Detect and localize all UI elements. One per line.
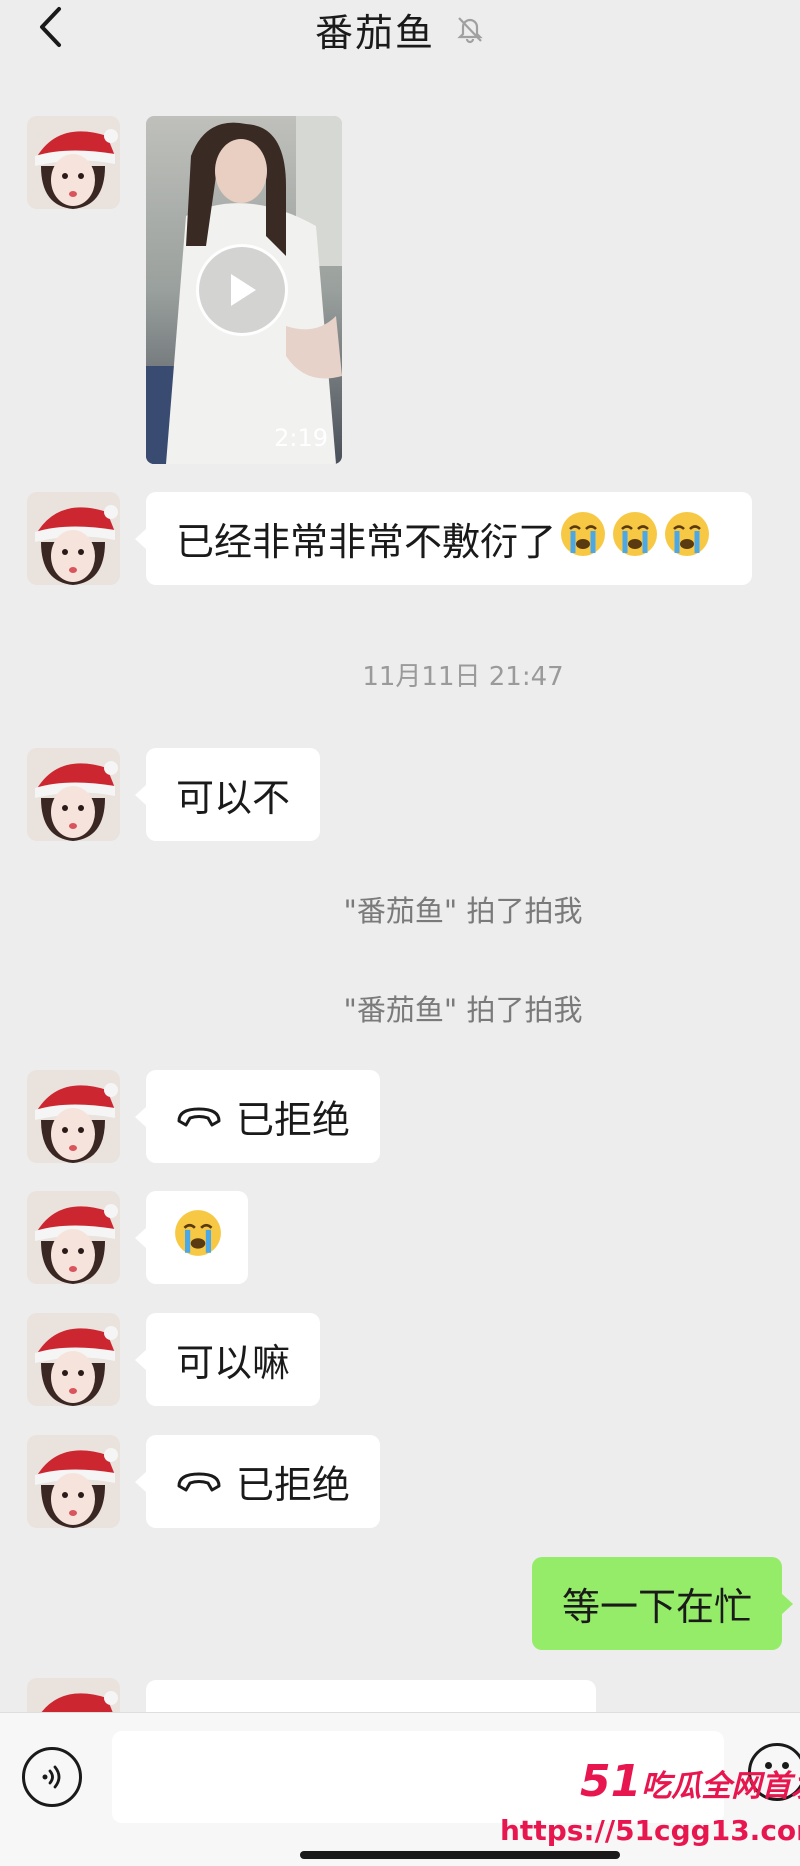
call-record-bubble[interactable]: 已拒绝 [134,1070,381,1163]
back-button[interactable] [30,4,70,50]
message-text: 可以不 [176,776,291,820]
contact-avatar[interactable] [27,1678,120,1712]
video-message[interactable]: 2:19 [146,116,342,464]
crying-face-icon [662,509,712,568]
message-bubble[interactable]: 可以嘛 [134,1313,321,1406]
pat-notice: "番茄鱼" 拍了拍我 [343,993,583,1027]
sent-message-bubble[interactable]: 等一下在忙 [531,1557,794,1650]
contact-avatar[interactable] [27,492,120,585]
video-duration: 2:19 [274,424,328,452]
contact-avatar[interactable] [27,1191,120,1284]
contact-avatar[interactable] [27,748,120,841]
play-button[interactable] [196,244,288,336]
phone-hangup-icon [176,1105,222,1129]
message-text: 已经非常非常不敷衍了 [176,520,557,564]
voice-button[interactable] [22,1747,82,1807]
call-status-text: 已拒绝 [236,1098,351,1142]
play-icon [231,274,256,306]
call-record-bubble[interactable]: 已拒绝 [134,1435,381,1528]
watermark-title: 吃瓜全网首发 [641,1769,800,1804]
message-bubble[interactable]: 可以不 [134,748,321,841]
chat-header: 番茄鱼 [0,0,800,58]
contact-avatar[interactable] [27,1435,120,1528]
watermark: 51吃瓜全网首发 https://51cgg13.com [500,1756,800,1856]
home-indicator [300,1851,620,1859]
crying-face-icon [558,509,608,568]
contact-avatar[interactable] [27,116,120,209]
crying-face-icon [172,1207,224,1268]
message-timestamp: 11月11日 21:47 [362,662,564,692]
contact-avatar[interactable] [27,1313,120,1406]
watermark-url: https://51cgg13.com [500,1814,800,1847]
message-text: 可以嘛 [176,1341,291,1385]
voice-icon [42,1765,61,1789]
contact-avatar[interactable] [27,1070,120,1163]
chevron-left-icon [40,7,61,47]
crying-face-icon [610,509,660,568]
phone-hangup-icon [176,1470,222,1494]
call-status-text: 已拒绝 [236,1463,351,1507]
message-bubble[interactable]: 已经非常非常不敷衍了 [135,492,752,585]
bell-off-icon [455,14,485,44]
watermark-number: 51 [580,1756,642,1807]
message-text: 等一下在忙 [561,1585,752,1629]
emoji-message-bubble[interactable] [135,1191,248,1284]
pat-notice: "番茄鱼" 拍了拍我 [343,894,583,928]
chat-title: 番茄鱼 [314,10,435,55]
